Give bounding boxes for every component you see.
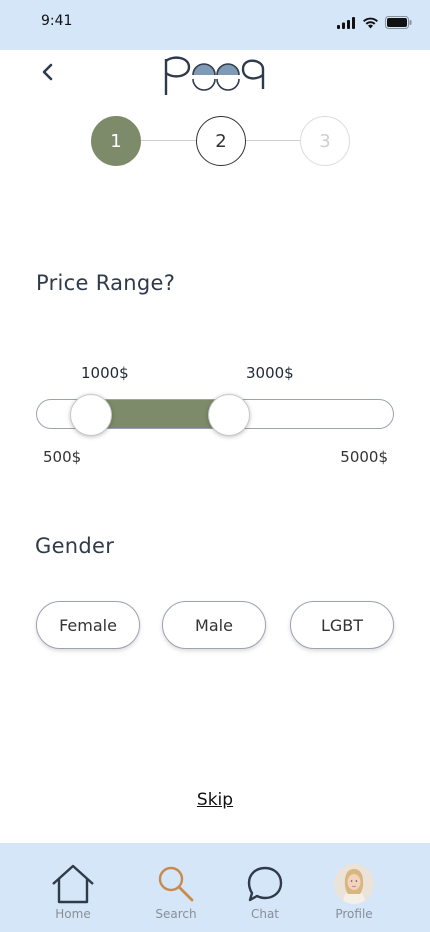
back-button[interactable] xyxy=(34,58,62,86)
step-1[interactable]: 1 xyxy=(91,116,141,166)
gender-option-female[interactable]: Female xyxy=(36,601,140,649)
home-icon xyxy=(52,864,94,904)
chat-icon xyxy=(247,866,283,902)
min-price-thumb[interactable] xyxy=(70,394,113,436)
chevron-left-icon xyxy=(42,63,53,81)
app-logo xyxy=(163,55,267,97)
tab-search-label: Search xyxy=(155,907,197,921)
gender-option-male[interactable]: Male xyxy=(162,601,266,649)
step-connector xyxy=(246,140,300,141)
wifi-icon xyxy=(363,17,378,28)
skip-link[interactable]: Skip xyxy=(0,790,430,810)
tab-profile[interactable]: Profile xyxy=(314,843,394,932)
min-price-value: 1000$ xyxy=(81,364,129,382)
tab-home-label: Home xyxy=(55,907,91,921)
tab-chat[interactable]: Chat xyxy=(225,843,305,932)
search-icon xyxy=(158,866,194,902)
max-price-value: 3000$ xyxy=(246,364,294,382)
step-connector xyxy=(141,140,196,141)
gender-option-lgbt[interactable]: LGBT xyxy=(290,601,394,649)
step-3[interactable]: 3 xyxy=(300,116,350,166)
status-bar: 9:41 xyxy=(0,0,430,50)
signal-icon xyxy=(337,16,355,29)
poon-logo-icon xyxy=(164,56,265,95)
battery-icon xyxy=(385,16,412,29)
avatar-image xyxy=(334,864,374,904)
progress-stepper: 1 2 3 xyxy=(91,116,351,166)
range-max-label: 5000$ xyxy=(340,448,388,466)
tab-search[interactable]: Search xyxy=(136,843,216,932)
max-price-thumb[interactable] xyxy=(208,394,251,436)
tab-profile-label: Profile xyxy=(335,907,373,921)
price-range-title: Price Range? xyxy=(36,271,176,295)
avatar xyxy=(334,864,374,904)
status-icons xyxy=(337,16,412,29)
tab-home[interactable]: Home xyxy=(33,843,113,932)
status-time: 9:41 xyxy=(41,13,73,29)
gender-title: Gender xyxy=(35,534,115,558)
range-min-label: 500$ xyxy=(43,448,82,466)
tab-chat-label: Chat xyxy=(250,907,280,921)
step-2[interactable]: 2 xyxy=(196,116,246,166)
bottom-tab-bar: Home Search Chat Profile xyxy=(0,843,430,932)
